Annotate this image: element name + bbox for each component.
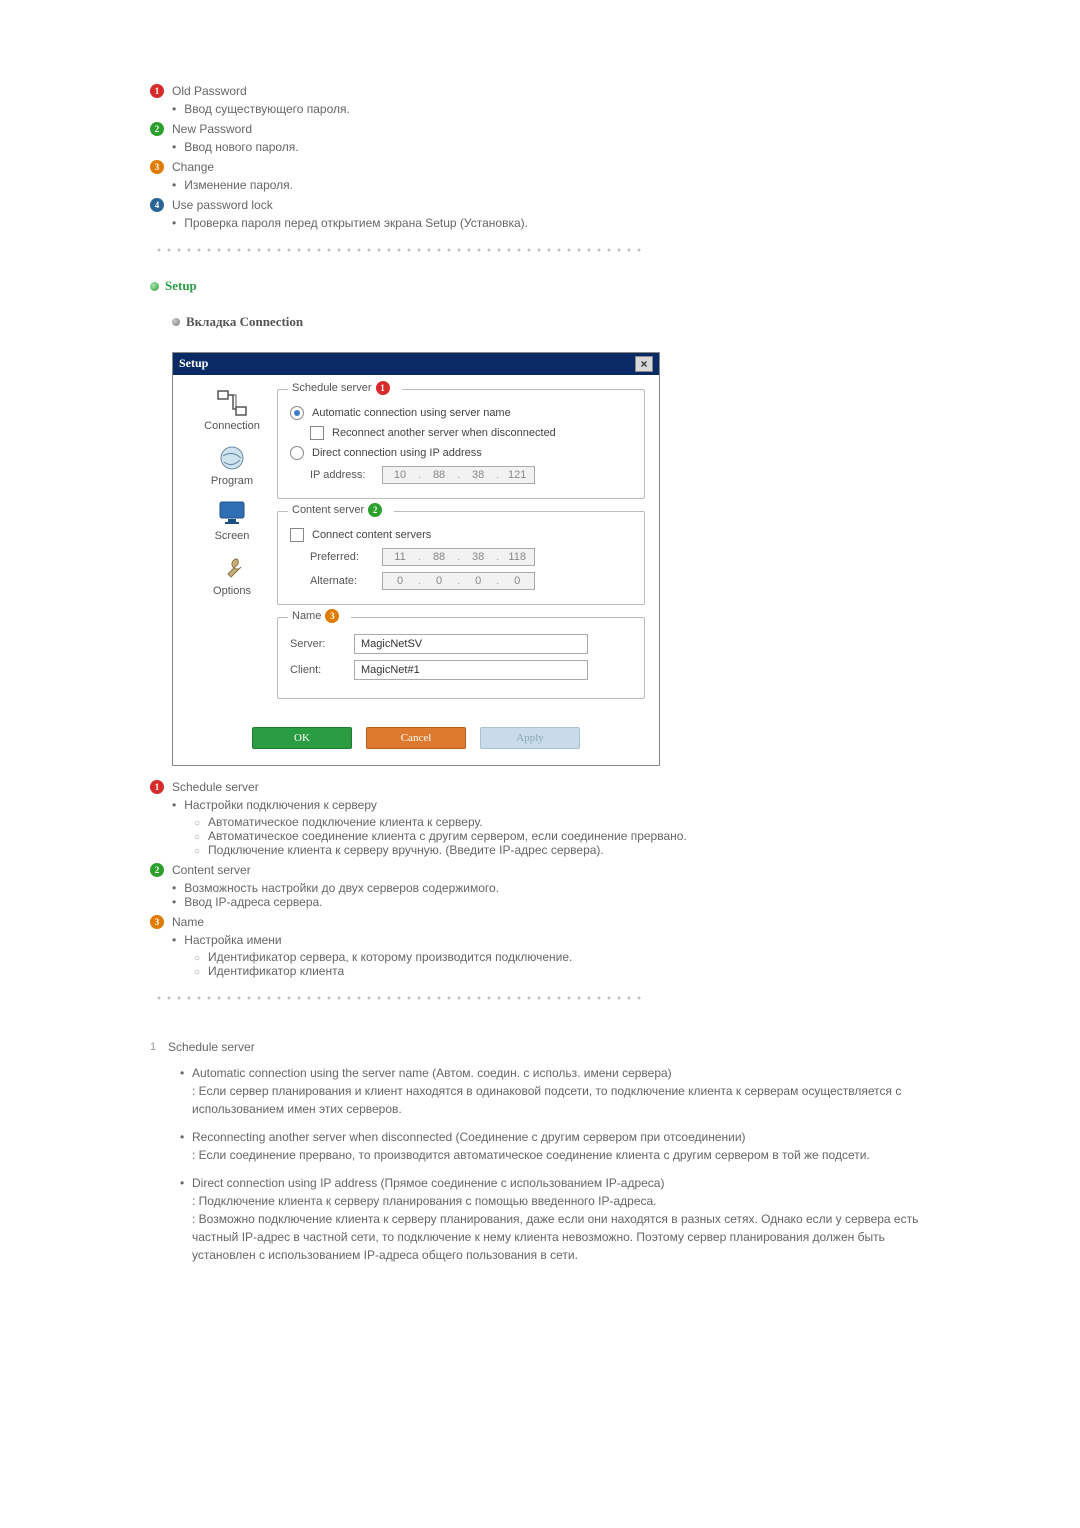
bullet-icon (172, 318, 180, 326)
legend-badge-2: 2 (368, 503, 382, 517)
preferred-ip-input[interactable]: 11.88.38.118 (382, 548, 535, 566)
ip-address-input[interactable]: 10.88.38.121 (382, 466, 535, 484)
number-badge: 2 (150, 122, 164, 136)
divider-dots (154, 248, 646, 254)
number-badge: 3 (150, 915, 164, 929)
wrench-icon (216, 554, 248, 582)
dialog-button-row: OK Cancel Apply (173, 717, 659, 765)
sub-bullet: Идентификатор сервера, к которому произв… (194, 950, 930, 964)
tab-screen[interactable]: Screen (187, 499, 277, 542)
fieldset-content-server: Content server2 Connect content servers … (277, 511, 645, 605)
server-name-input[interactable]: MagicNetSV (354, 634, 588, 654)
bullet-item: Ввод существующего пароля. (172, 102, 930, 116)
numlist-item: 1 Old Password Ввод существующего пароля. (150, 84, 930, 116)
radio-auto-connection[interactable]: Automatic connection using server name (290, 406, 632, 420)
setup-dialog: Setup × Connection Program Screen (172, 352, 660, 766)
legend-badge-1: 1 (376, 381, 390, 395)
numlist-label: Name (172, 915, 204, 929)
bullet-icon (150, 282, 159, 291)
bullet-item: Ввод IP-адреса сервера. (172, 895, 930, 909)
fieldset-schedule-server: Schedule server1 Automatic connection us… (277, 389, 645, 499)
sub-bullet: Подключение клиента к серверу вручную. (… (194, 843, 930, 857)
numlist-item: 1 Schedule server Настройки подключения к … (150, 780, 930, 857)
number-badge: 2 (150, 863, 164, 877)
password-numlist: 1 Old Password Ввод существующего пароля. 2… (150, 84, 930, 230)
numlist-label: Change (172, 160, 214, 174)
bullet-item: Настройка имениИдентификатор сервера, к … (172, 933, 930, 978)
ip-address-row: IP address: 10.88.38.121 (310, 466, 632, 484)
section-heading-setup: Setup (150, 278, 930, 294)
numlist-item: 3 Name Настройка имениИдентификатор сервер… (150, 915, 930, 978)
numlist-label: Content server (172, 863, 251, 877)
apply-button[interactable]: Apply (480, 727, 580, 749)
bullet-item: Изменение пароля. (172, 178, 930, 192)
bullet-item: Возможность настройки до двух серверов с… (172, 881, 930, 895)
number-badge: 1 (150, 780, 164, 794)
numlist-label: New Password (172, 122, 252, 136)
divider-dots (154, 996, 646, 1002)
detail-item: Direct connection using IP address (Прям… (180, 1174, 930, 1264)
alternate-ip-input[interactable]: 0.0.0.0 (382, 572, 535, 590)
bullet-item: Проверка пароля перед открытием экрана S… (172, 216, 930, 230)
sub-bullet: Идентификатор клиента (194, 964, 930, 978)
sub-bullet: Автоматическое подключение клиента к сер… (194, 815, 930, 829)
radio-icon (290, 406, 304, 420)
page-root: 1 Old Password Ввод существующего пароля. 2… (0, 0, 1080, 1334)
checkbox-reconnect[interactable]: Reconnect another server when disconnect… (310, 426, 632, 440)
checkbox-connect-content[interactable]: Connect content servers (290, 528, 632, 542)
ok-button[interactable]: OK (252, 727, 352, 749)
radio-icon (290, 446, 304, 460)
monitor-icon (216, 499, 248, 527)
tab-program[interactable]: Program (187, 444, 277, 487)
number-badge: 3 (150, 160, 164, 174)
section-subheading-connection: Вкладка Connection (172, 314, 930, 330)
number-badge: 1 (150, 84, 164, 98)
detail-item: Automatic connection using the server na… (180, 1064, 930, 1118)
ordered-title: Schedule server (168, 1040, 255, 1054)
dialog-side-tabs: Connection Program Screen Options (187, 389, 277, 711)
legend-badge-3: 3 (325, 609, 339, 623)
checkbox-icon (290, 528, 304, 542)
client-name-input[interactable]: MagicNet#1 (354, 660, 588, 680)
sub-bullet: Автоматическое соединение клиента с друг… (194, 829, 930, 843)
numlist-item: 2 Content server Возможность настройки до … (150, 863, 930, 909)
numlist-label: Use password lock (172, 198, 273, 212)
ordered-number: 1 (150, 1040, 168, 1054)
setup-numlist: 1 Schedule server Настройки подключения к … (150, 780, 930, 978)
checkbox-icon (310, 426, 324, 440)
globe-icon (216, 444, 248, 472)
dialog-titlebar: Setup × (173, 353, 659, 375)
numlist-item: 2 New Password Ввод нового пароля. (150, 122, 930, 154)
fieldset-name: Name3 Server:MagicNetSV Client:MagicNet#… (277, 617, 645, 699)
dialog-title: Setup (179, 356, 635, 372)
bullet-item: Ввод нового пароля. (172, 140, 930, 154)
tab-options[interactable]: Options (187, 554, 277, 597)
bullet-item: Настройки подключения к серверуАвтоматич… (172, 798, 930, 857)
connection-icon (216, 389, 248, 417)
numlist-label: Old Password (172, 84, 247, 98)
ordered-details: 1 Schedule server Automatic connection u… (150, 1040, 930, 1264)
detail-item: Reconnecting another server when disconn… (180, 1128, 930, 1164)
cancel-button[interactable]: Cancel (366, 727, 466, 749)
number-badge: 4 (150, 198, 164, 212)
numlist-item: 4 Use password lock Проверка пароля перед … (150, 198, 930, 230)
close-icon[interactable]: × (635, 356, 653, 372)
tab-connection[interactable]: Connection (187, 389, 277, 432)
numlist-label: Schedule server (172, 780, 259, 794)
radio-direct-ip[interactable]: Direct connection using IP address (290, 446, 632, 460)
numlist-item: 3 Change Изменение пароля. (150, 160, 930, 192)
